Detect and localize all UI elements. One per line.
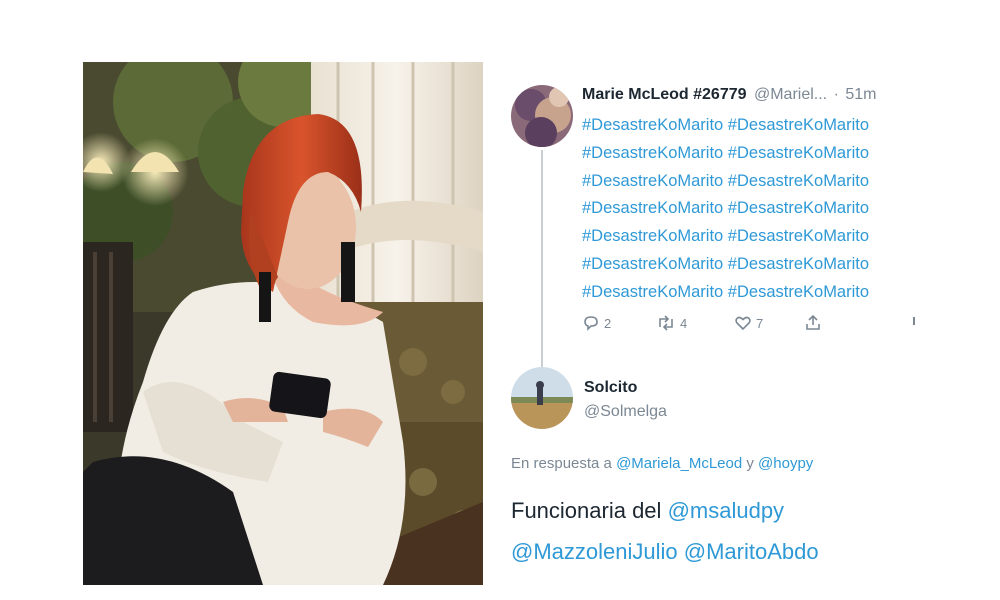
reply-conjunction: y — [746, 455, 754, 472]
profile-photo — [83, 62, 483, 585]
tweet1-author-handle[interactable]: @Mariel... — [754, 86, 827, 103]
reply-count: 2 — [604, 315, 612, 331]
tweet1-timestamp[interactable]: 51m — [845, 86, 876, 103]
tweet1-body: #DesastreKoMarito #DesastreKoMarito #Des… — [582, 112, 922, 307]
tweet1-author-name[interactable]: Marie McLeod #26779 — [582, 86, 747, 103]
mention-link[interactable]: @msaludpy — [668, 498, 785, 523]
reply-mention-link[interactable]: @hoypy — [758, 455, 813, 472]
retweet-icon — [659, 315, 673, 331]
reply-mention-link[interactable]: @Mariela_McLeod — [616, 455, 742, 472]
reply-context: En respuesta a @Mariela_McLeod y @hoypy — [511, 455, 813, 472]
hashtag-line[interactable]: #DesastreKoMarito #DesastreKoMarito — [582, 223, 922, 251]
reply-prefix: En respuesta a — [511, 455, 612, 472]
like-count: 7 — [756, 315, 764, 331]
more-options-button[interactable] — [912, 314, 920, 328]
mention-link[interactable]: @MazzoleniJulio — [511, 539, 678, 564]
reply-button[interactable]: 2 — [582, 314, 611, 332]
tweet1-header: Marie McLeod #26779 @Mariel... · 51m — [582, 86, 876, 104]
avatar-solcito[interactable] — [511, 367, 573, 429]
hashtag-line[interactable]: #DesastreKoMarito #DesastreKoMarito — [582, 195, 922, 223]
hashtag-line[interactable]: #DesastreKoMarito #DesastreKoMarito — [582, 279, 922, 307]
tweet-thread: Marie McLeod #26779 @Mariel... · 51m #De… — [500, 62, 930, 592]
tweet1-action-bar: 2 4 7 — [582, 314, 922, 338]
like-button[interactable]: 7 — [734, 314, 763, 332]
hashtag-line[interactable]: #DesastreKoMarito #DesastreKoMarito — [582, 168, 922, 196]
hashtag-line[interactable]: #DesastreKoMarito #DesastreKoMarito — [582, 112, 922, 140]
tweet2-text: Funcionaria del — [511, 498, 662, 523]
more-icon — [913, 317, 915, 325]
share-button[interactable] — [804, 314, 826, 332]
like-icon — [735, 316, 751, 331]
tweet2-author-handle[interactable]: @Solmelga — [584, 403, 667, 421]
tweet1-separator: · — [833, 86, 839, 103]
retweet-button[interactable]: 4 — [656, 314, 687, 332]
avatar-marie[interactable] — [511, 85, 573, 147]
tweet2-author-name[interactable]: Solcito — [584, 379, 637, 397]
hashtag-line[interactable]: #DesastreKoMarito #DesastreKoMarito — [582, 140, 922, 168]
reply-icon — [584, 316, 598, 331]
mention-link[interactable]: @MaritoAbdo — [684, 539, 819, 564]
share-icon — [806, 314, 820, 330]
hashtag-line[interactable]: #DesastreKoMarito #DesastreKoMarito — [582, 251, 922, 279]
tweet2-body: Funcionaria del @msaludpy @MazzoleniJuli… — [511, 490, 931, 572]
retweet-count: 4 — [680, 315, 688, 331]
